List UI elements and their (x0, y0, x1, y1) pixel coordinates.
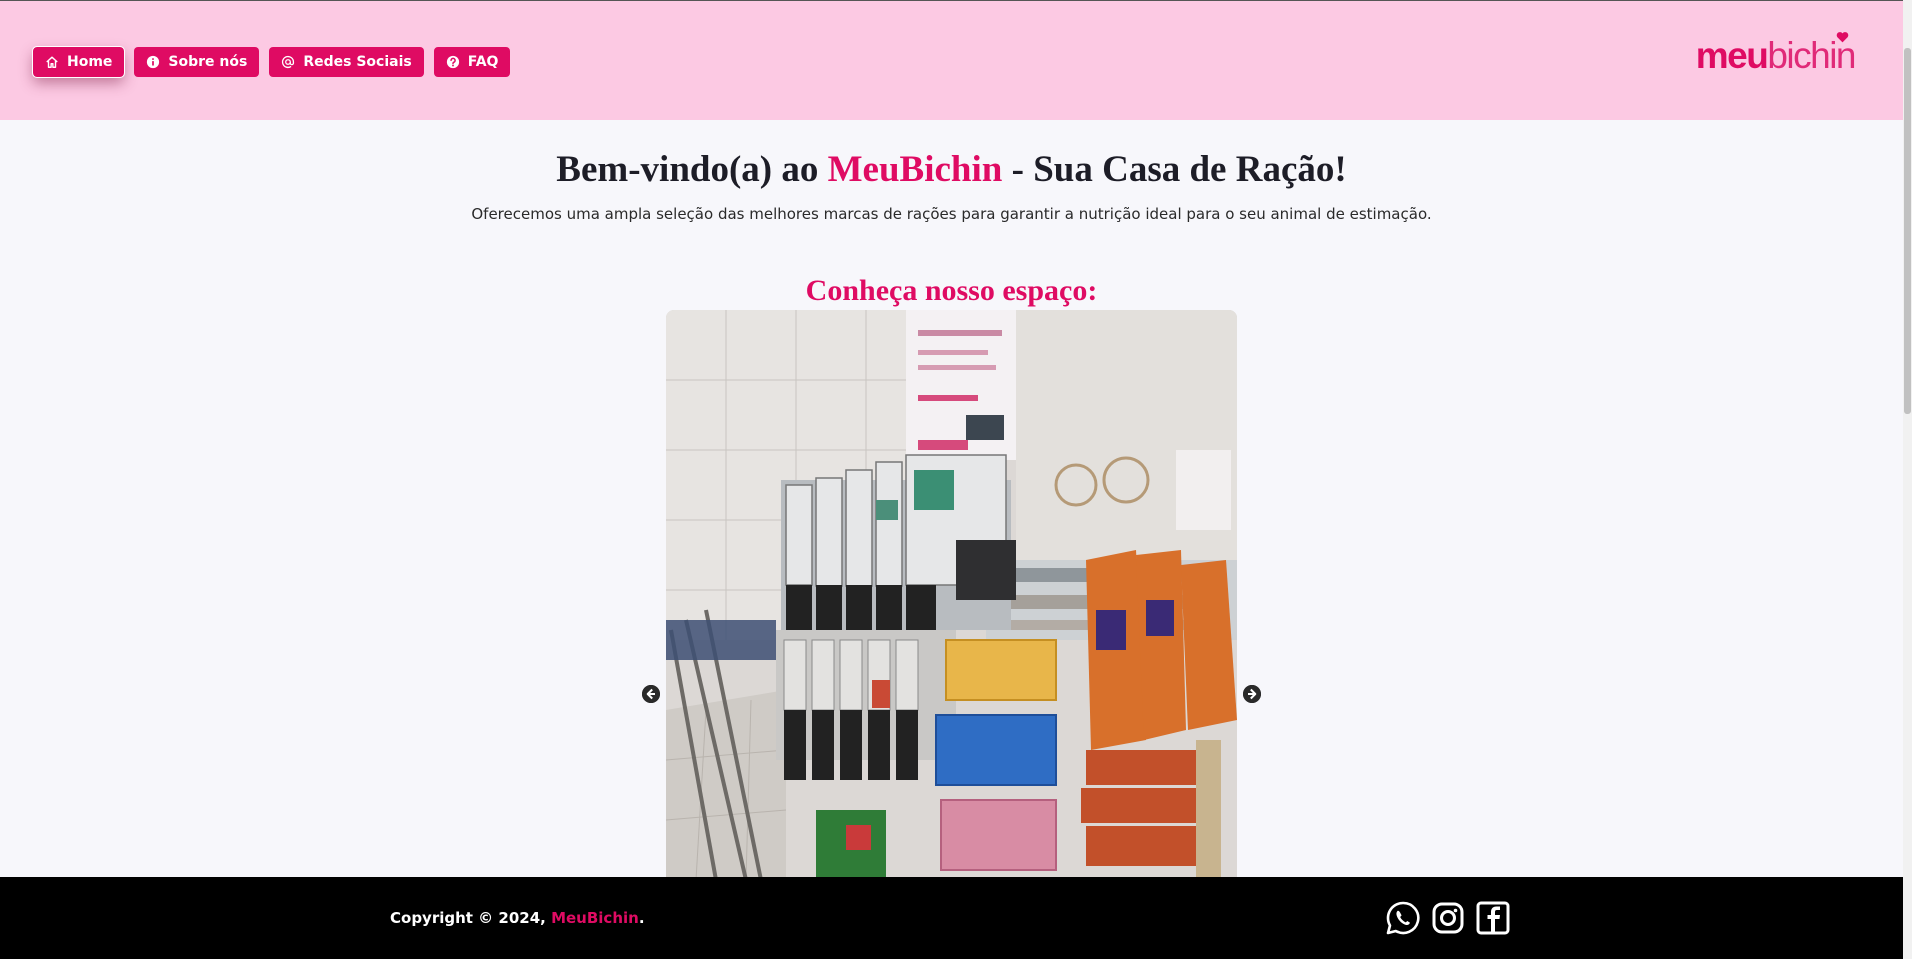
heart-icon (1836, 32, 1849, 43)
main-nav: Home Sobre nós Redes Sociais FAQ (31, 46, 511, 78)
page-title: Bem-vindo(a) ao MeuBichin - Sua Casa de … (0, 148, 1903, 191)
nav-home-label: Home (67, 54, 113, 70)
social-links (1385, 900, 1511, 936)
store-interior-photo (666, 310, 1237, 880)
page-subtitle: Oferecemos uma ampla seleção das melhore… (471, 205, 1432, 223)
at-icon (281, 55, 295, 69)
arrow-right-icon (1243, 685, 1261, 703)
nav-faq-label: FAQ (467, 54, 499, 70)
logo-meu: meu (1695, 35, 1769, 76)
carousel-prev-button[interactable] (642, 685, 660, 703)
carousel-next-button[interactable] (1243, 685, 1261, 703)
question-icon (446, 55, 460, 69)
gallery-title: Conheça nosso espaço: (805, 274, 1098, 307)
instagram-icon[interactable] (1430, 900, 1466, 936)
arrow-left-icon (642, 685, 660, 703)
store-carousel[interactable] (666, 310, 1237, 880)
title-brand: MeuBichin (827, 149, 1003, 190)
nav-faq-button[interactable]: FAQ (433, 47, 511, 77)
copyright-text: Copyright © 2024, MeuBichin. (390, 909, 645, 927)
scrollbar-thumb[interactable] (1904, 48, 1911, 414)
nav-sobre-button[interactable]: Sobre nós (134, 47, 260, 77)
page-scrollbar[interactable] (1903, 0, 1912, 959)
info-icon (146, 55, 160, 69)
title-text-before: Bem-vindo(a) ao (556, 149, 828, 190)
nav-home-button[interactable]: Home (31, 46, 126, 78)
header: Home Sobre nós Redes Sociais FAQ meubich… (0, 0, 1903, 120)
nav-redes-label: Redes Sociais (303, 54, 412, 70)
nav-sobre-label: Sobre nós (168, 54, 248, 70)
whatsapp-icon[interactable] (1385, 900, 1421, 936)
home-icon (45, 55, 59, 69)
copyright-suffix: . (638, 909, 645, 927)
copyright-prefix: Copyright © 2024, (390, 909, 552, 927)
footer-brand-link[interactable]: MeuBichin (551, 909, 639, 927)
title-text-after: - Sua Casa de Ração! (1002, 149, 1347, 190)
facebook-icon[interactable] (1475, 900, 1511, 936)
brand-logo[interactable]: meubichin (1695, 32, 1856, 76)
footer: Copyright © 2024, MeuBichin. (0, 877, 1903, 959)
nav-redes-button[interactable]: Redes Sociais (269, 47, 424, 77)
